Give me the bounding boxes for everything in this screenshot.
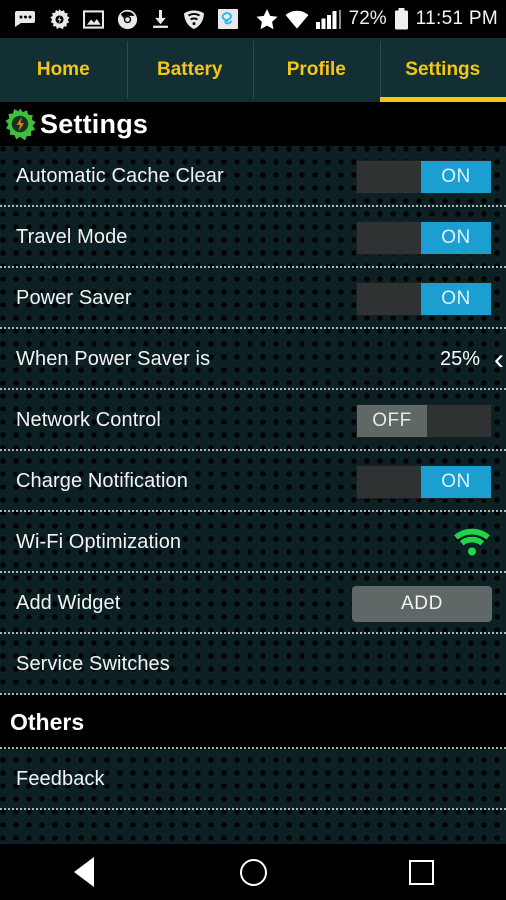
status-bar-notification-icons bbox=[14, 8, 238, 30]
row-automatic-cache-clear[interactable]: Automatic Cache Clear ON bbox=[0, 146, 506, 207]
settings-list[interactable]: Automatic Cache Clear ON Travel Mode ON … bbox=[0, 146, 506, 884]
row-wifi-optimization[interactable]: Wi-Fi Optimization bbox=[0, 512, 506, 573]
tab-settings[interactable]: Settings bbox=[379, 38, 506, 102]
status-bar-system-icons: 72% 11:51 PM bbox=[256, 8, 498, 30]
android-navigation-bar bbox=[0, 844, 506, 900]
row-travel-mode[interactable]: Travel Mode ON bbox=[0, 207, 506, 268]
add-widget-button-label: ADD bbox=[401, 592, 443, 614]
row-label: Service Switches bbox=[16, 653, 170, 675]
row-control: ON bbox=[356, 281, 492, 316]
vpn-shield-icon bbox=[184, 10, 204, 29]
toggle-charge-notification[interactable]: ON bbox=[356, 464, 492, 499]
star-icon bbox=[256, 8, 278, 29]
download-icon bbox=[153, 9, 168, 28]
toggle-network-control[interactable]: OFF bbox=[356, 403, 492, 438]
row-label: Travel Mode bbox=[16, 226, 128, 248]
power-saver-threshold-value: 25% bbox=[439, 348, 480, 370]
tab-settings-label: Settings bbox=[405, 59, 481, 80]
page-header: Settings bbox=[0, 102, 506, 146]
row-label: Feedback bbox=[16, 768, 105, 790]
toggle-automatic-cache-clear[interactable]: ON bbox=[356, 159, 492, 194]
row-feedback[interactable]: Feedback bbox=[0, 749, 506, 810]
tab-battery-label: Battery bbox=[157, 59, 223, 80]
row-control: ON bbox=[356, 464, 492, 499]
settings-gear-icon bbox=[50, 8, 70, 29]
row-control: OFF bbox=[356, 403, 492, 438]
toggle-thumb: ON bbox=[421, 221, 491, 254]
row-charge-notification[interactable]: Charge Notification ON bbox=[0, 451, 506, 512]
row-label: Wi-Fi Optimization bbox=[16, 531, 182, 553]
toggle-power-saver[interactable]: ON bbox=[356, 281, 492, 316]
row-when-power-saver-is[interactable]: When Power Saver is 25% ‹ bbox=[0, 329, 506, 390]
tab-home-label: Home bbox=[36, 59, 90, 80]
page-title: Settings bbox=[40, 108, 149, 139]
status-bar: 72% 11:51 PM bbox=[0, 0, 506, 38]
chevron-left-icon[interactable]: ‹ bbox=[494, 344, 504, 375]
battery-full-icon bbox=[394, 8, 408, 30]
phone-screen: 72% 11:51 PM Home Battery Profile Settin… bbox=[0, 0, 506, 900]
tab-battery[interactable]: Battery bbox=[126, 38, 254, 102]
row-label: Add Widget bbox=[16, 592, 121, 614]
nav-home-button[interactable] bbox=[169, 858, 338, 886]
clock-label: 11:51 PM bbox=[415, 8, 498, 29]
tab-bar: Home Battery Profile Settings bbox=[0, 38, 506, 102]
section-header-others: Others bbox=[0, 695, 506, 749]
home-icon bbox=[239, 858, 267, 886]
row-control: ON bbox=[356, 220, 492, 255]
row-control: ADD bbox=[352, 585, 492, 622]
row-control: ON bbox=[356, 159, 492, 194]
row-service-switches[interactable]: Service Switches bbox=[0, 634, 506, 695]
toggle-thumb: OFF bbox=[357, 404, 427, 437]
back-icon bbox=[74, 857, 95, 887]
recent-apps-icon bbox=[409, 859, 435, 885]
app-badge-icon bbox=[218, 9, 238, 29]
toggle-thumb: ON bbox=[421, 160, 491, 193]
row-power-saver[interactable]: Power Saver ON bbox=[0, 268, 506, 329]
wifi-optimization-icon[interactable] bbox=[452, 528, 492, 558]
row-add-widget[interactable]: Add Widget ADD bbox=[0, 573, 506, 634]
tab-profile[interactable]: Profile bbox=[253, 38, 380, 102]
row-label: Power Saver bbox=[16, 287, 132, 309]
row-label: Charge Notification bbox=[16, 470, 188, 492]
nav-back-button[interactable] bbox=[0, 857, 169, 887]
nav-recent-apps-button[interactable] bbox=[337, 859, 506, 885]
chrome-icon bbox=[117, 9, 138, 29]
photo-icon bbox=[83, 9, 104, 29]
row-label: Network Control bbox=[16, 409, 161, 431]
row-label: Automatic Cache Clear bbox=[16, 165, 224, 187]
row-control: 25% ‹ bbox=[439, 344, 504, 375]
row-network-control[interactable]: Network Control OFF bbox=[0, 390, 506, 451]
toggle-travel-mode[interactable]: ON bbox=[356, 220, 492, 255]
tab-profile-label: Profile bbox=[286, 59, 346, 80]
power-gear-icon bbox=[5, 108, 36, 140]
row-label: When Power Saver is bbox=[16, 348, 211, 370]
messages-icon bbox=[15, 11, 35, 27]
section-title: Others bbox=[10, 708, 85, 735]
battery-percent-label: 72% bbox=[348, 8, 387, 29]
toggle-thumb: ON bbox=[421, 282, 491, 315]
toggle-thumb: ON bbox=[421, 465, 491, 498]
cellular-signal-icon bbox=[315, 9, 341, 29]
row-control bbox=[452, 528, 492, 558]
tab-home[interactable]: Home bbox=[0, 38, 127, 102]
wifi-signal-icon bbox=[285, 10, 309, 29]
add-widget-button[interactable]: ADD bbox=[352, 585, 492, 622]
